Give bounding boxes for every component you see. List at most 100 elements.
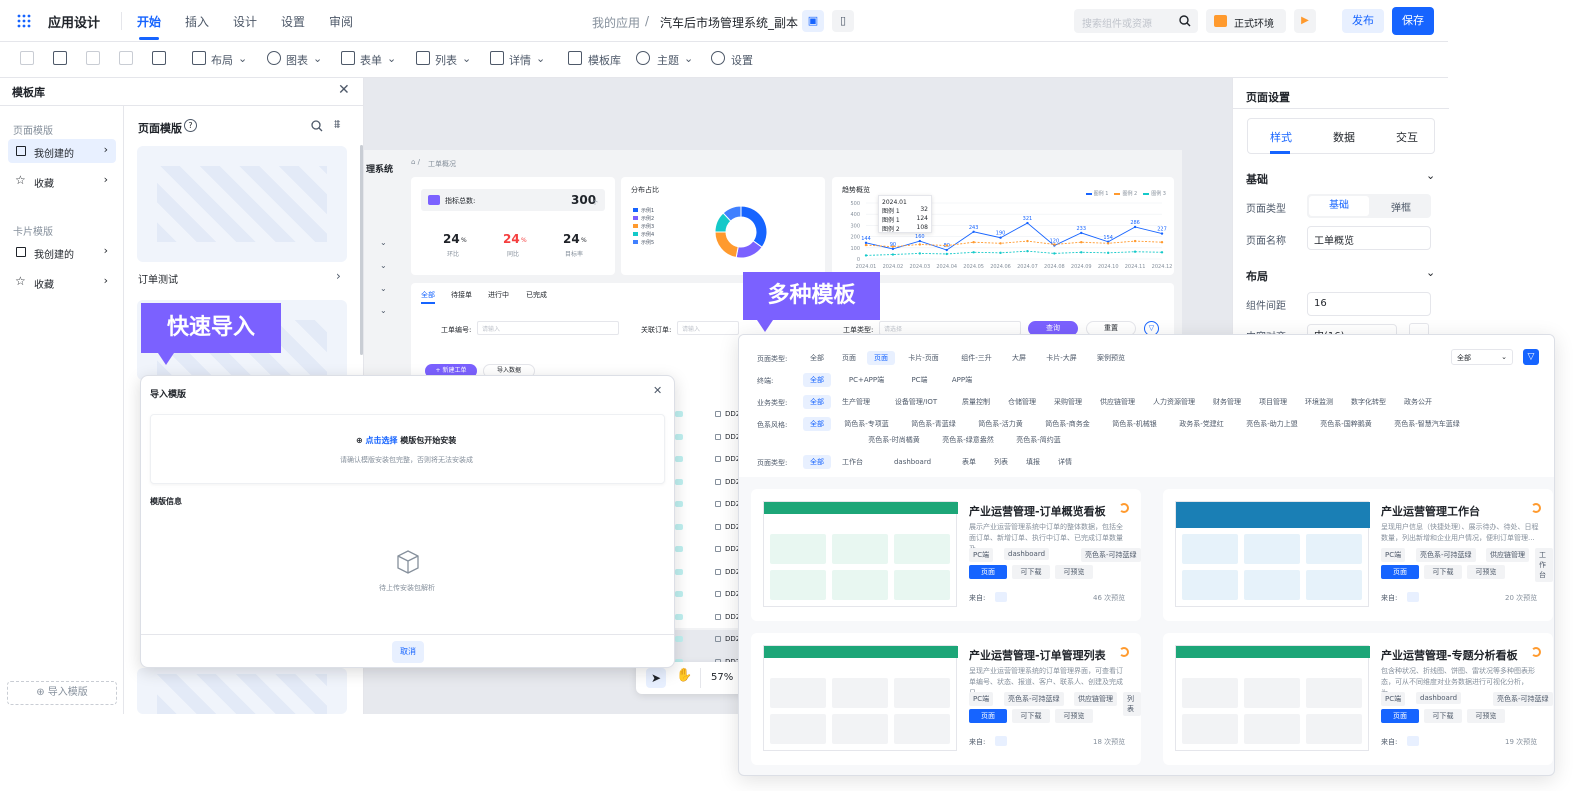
preview-button[interactable]: 可预览 bbox=[1467, 709, 1505, 723]
table-row[interactable]: DD2 bbox=[675, 544, 745, 558]
chevron-down-icon[interactable]: ⌄ bbox=[1426, 169, 1435, 182]
market-filter-chip[interactable]: 页面 bbox=[835, 351, 863, 365]
toolbar-chart[interactable]: 图表 bbox=[286, 52, 308, 68]
use-page-button[interactable]: 页面 bbox=[969, 565, 1007, 579]
toolbar-list[interactable]: 列表 bbox=[435, 52, 457, 68]
tab-design[interactable]: 设计 bbox=[233, 13, 257, 30]
market-filter-chip[interactable]: 政务系-党建红 bbox=[1170, 417, 1233, 431]
select-pointer-icon[interactable]: ➤ bbox=[646, 668, 666, 688]
market-filter-chip[interactable]: 供应链管理 bbox=[1093, 395, 1142, 409]
page-type-basic[interactable]: 基础 bbox=[1309, 196, 1369, 216]
gap-input[interactable]: 16 bbox=[1307, 292, 1431, 316]
work-order-type-select[interactable]: 请选择 bbox=[879, 321, 1021, 335]
card-my-created[interactable]: 我创建的 › bbox=[8, 240, 116, 264]
table-tab-done[interactable]: 已完成 bbox=[526, 290, 547, 300]
tab-settings[interactable]: 设置 bbox=[281, 13, 305, 30]
market-filter-chip[interactable]: 全部 bbox=[803, 351, 831, 365]
publish-button[interactable]: 发布 bbox=[1342, 9, 1384, 33]
table-row[interactable]: DD2 bbox=[675, 499, 745, 513]
use-page-button[interactable]: 页面 bbox=[1381, 709, 1419, 723]
market-filter-chip[interactable]: 生产管理 bbox=[835, 395, 877, 409]
desktop-preview-icon[interactable]: ▣ bbox=[802, 10, 824, 32]
market-filter-chip[interactable]: 案例预览 bbox=[1090, 351, 1132, 365]
toolbar-detail[interactable]: 详情 bbox=[509, 52, 531, 68]
market-filter-chip[interactable]: 亮色系-绿意盎然 bbox=[933, 433, 1003, 447]
market-filter-chip[interactable]: 简色系-商务金 bbox=[1036, 417, 1099, 431]
toolbar-layout[interactable]: 布局 bbox=[211, 52, 233, 68]
template-card[interactable]: 产业运营管理-订单概览看板 展示产业运营管理系统中订单的整体数据，包括全面订单、新… bbox=[751, 489, 1141, 621]
tab-interaction[interactable]: 交互 bbox=[1396, 129, 1418, 145]
table-row[interactable]: DD2 bbox=[675, 477, 745, 491]
chevron-down-icon[interactable]: ⌄ bbox=[313, 52, 322, 65]
tab-insert[interactable]: 插入 bbox=[185, 13, 209, 30]
table-tab-pending[interactable]: 待接单 bbox=[451, 290, 472, 300]
toolbar-theme[interactable]: 主题 bbox=[657, 52, 679, 68]
tab-data[interactable]: 数据 bbox=[1333, 129, 1355, 145]
market-filter-chip[interactable]: dashboard bbox=[874, 455, 951, 469]
page-name-input[interactable]: 工单概览 bbox=[1307, 226, 1431, 250]
template-card[interactable]: 产业运营管理-订单管理列表 呈现产业运营管理系统的订单管理界面，可查看订单编号、状… bbox=[751, 633, 1141, 765]
download-button[interactable]: 可下载 bbox=[1424, 565, 1462, 579]
market-filter-chip[interactable]: 亮色系-时尚橘黄 bbox=[859, 433, 929, 447]
related-order-input[interactable]: 请输入 bbox=[677, 321, 739, 335]
toolbar-settings[interactable]: 设置 bbox=[731, 52, 753, 68]
mobile-preview-icon[interactable]: ▯ bbox=[832, 10, 854, 32]
market-filter-chip[interactable]: 简色系-机械银 bbox=[1103, 417, 1166, 431]
work-order-number-input[interactable]: 请输入 bbox=[477, 321, 619, 335]
use-page-button[interactable]: 页面 bbox=[1381, 565, 1419, 579]
search-icon[interactable] bbox=[311, 120, 323, 132]
market-filter-chip[interactable]: 简色系-专项蓝 bbox=[835, 417, 898, 431]
market-filter-chip[interactable]: PC端 bbox=[902, 373, 937, 387]
paste-icon[interactable] bbox=[53, 51, 67, 65]
market-filter-icon[interactable]: ▽ bbox=[1523, 349, 1539, 365]
chevron-down-icon[interactable]: ⌄ bbox=[462, 52, 471, 65]
chevron-down-icon[interactable]: ⌄ bbox=[387, 52, 396, 65]
chevron-right-icon[interactable]: › bbox=[336, 269, 341, 283]
template-card[interactable]: 产业运营管理-专题分析看板 包含种状况、折线图、饼图、雷状况等多种图表形态，可从不… bbox=[1163, 633, 1553, 765]
market-filter-chip[interactable]: 项目管理 bbox=[1252, 395, 1294, 409]
copy-icon[interactable] bbox=[20, 51, 34, 65]
market-filter-chip[interactable]: 全部 bbox=[803, 373, 831, 387]
market-filter-chip[interactable]: 亮色系-国粹鹅黄 bbox=[1311, 417, 1381, 431]
toolbar-form[interactable]: 表单 bbox=[360, 52, 382, 68]
market-filter-chip[interactable]: 人力资源管理 bbox=[1146, 395, 1202, 409]
table-tab-all[interactable]: 全部 bbox=[421, 290, 435, 300]
filter-icon[interactable]: ⩩ bbox=[334, 117, 340, 132]
delete-icon[interactable] bbox=[86, 51, 100, 65]
market-filter-chip[interactable]: 简色系-青蓝绿 bbox=[902, 417, 965, 431]
market-filter-chip[interactable]: 详情 bbox=[1051, 455, 1079, 469]
market-filter-chip[interactable]: 表单 bbox=[955, 455, 983, 469]
basic-section[interactable]: 基础 bbox=[1246, 171, 1268, 187]
upload-link[interactable]: 点击选择 bbox=[366, 436, 398, 445]
chevron-down-icon[interactable]: ⌄ bbox=[1426, 266, 1435, 279]
market-filter-chip[interactable]: 大屏 bbox=[1005, 351, 1033, 365]
market-filter-chip[interactable]: 卡片-页面 bbox=[899, 351, 948, 365]
help-icon[interactable]: ? bbox=[184, 119, 197, 132]
close-icon[interactable]: ✕ bbox=[653, 384, 662, 397]
environment-button[interactable]: 正式环境 bbox=[1206, 9, 1286, 33]
cancel-button[interactable]: 取消 bbox=[392, 641, 424, 663]
market-filter-chip[interactable]: 组件-三升 bbox=[952, 351, 1001, 365]
download-button[interactable]: 可下载 bbox=[1424, 709, 1462, 723]
market-filter-chip[interactable]: 亮色系-智慧汽车蓝绿 bbox=[1385, 417, 1469, 431]
layout-section[interactable]: 布局 bbox=[1246, 268, 1268, 284]
market-filter-chip[interactable]: 简色系-活力黄 bbox=[969, 417, 1032, 431]
chevron-down-icon[interactable]: ⌄ bbox=[238, 52, 247, 65]
market-filter-chip[interactable]: 页面 bbox=[867, 351, 895, 365]
table-row[interactable]: DD2 bbox=[675, 589, 745, 603]
market-filter-chip[interactable]: 采购管理 bbox=[1047, 395, 1089, 409]
hand-pan-icon[interactable]: ✋ bbox=[676, 668, 692, 683]
download-button[interactable]: 可下载 bbox=[1012, 565, 1050, 579]
line-chart-card[interactable]: 趋势概览 图例 1 图例 2 图例 3 0 100 200 300 400 500 2024.0… bbox=[832, 177, 1174, 275]
market-filter-chip[interactable]: 亮色系-助力上盟 bbox=[1237, 417, 1307, 431]
market-filter-chip[interactable]: PC+APP端 bbox=[835, 373, 898, 387]
market-filter-chip[interactable]: 仓储管理 bbox=[1001, 395, 1043, 409]
pie-chart-card[interactable]: 分布占比 示例1 示例2 示例3 示例4 示例5 bbox=[621, 177, 825, 275]
market-filter-chip[interactable]: 工作台 bbox=[835, 455, 870, 469]
download-button[interactable]: 可下载 bbox=[1012, 709, 1050, 723]
table-row[interactable]: DD2 bbox=[675, 567, 745, 581]
table-row[interactable]: DD2 bbox=[675, 432, 745, 446]
market-filter-chip[interactable]: 列表 bbox=[987, 455, 1015, 469]
toolbar-template-library[interactable]: 模板库 bbox=[588, 52, 621, 68]
tab-review[interactable]: 审阅 bbox=[329, 13, 353, 30]
